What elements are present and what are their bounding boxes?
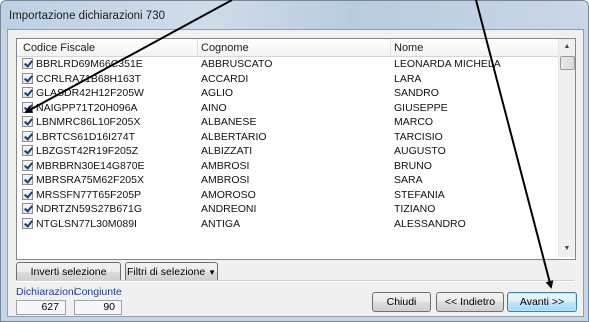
nome-cell: SARA	[394, 174, 423, 186]
codice-fiscale-cell: NAIGPP71T20H096A	[36, 101, 138, 114]
scroll-up-icon[interactable]: ▲	[559, 39, 575, 55]
dichiarazioni-count: 627	[16, 300, 66, 315]
nome-cell: LARA	[394, 72, 422, 85]
column-header-nome[interactable]: Nome	[394, 42, 423, 54]
row-checkbox[interactable]	[22, 188, 33, 200]
import-dialog: Importazione dichiarazioni 730 Codice Fi…	[0, 0, 589, 322]
list-rows: BBRLRD69M66C351E ABBRUSCATO LEONARDA MICHE…	[17, 57, 558, 231]
dialog-body: Codice Fiscale Cognome Nome BBRLRD69M66C…	[7, 29, 584, 317]
cognome-cell: AGLIO	[201, 87, 234, 99]
row-checkbox[interactable]	[22, 174, 33, 185]
next-button[interactable]: Avanti >>	[507, 292, 577, 312]
cognome-cell: ABBRUSCATO	[201, 58, 273, 70]
table-row[interactable]: NAIGPP71T20H096A AINO GIUSEPPE	[17, 101, 558, 116]
nome-cell: TIZIANO	[394, 203, 436, 215]
row-checkbox[interactable]	[22, 58, 33, 69]
scroll-thumb[interactable]	[560, 56, 575, 70]
title-bar[interactable]: Importazione dichiarazioni 730	[1, 1, 588, 29]
nome-cell: TARCISIO	[394, 130, 443, 143]
nome-cell: ALESSANDRO	[394, 217, 466, 230]
table-row[interactable]: NTGLSN77L30M089I ANTIGA ALESSANDRO	[17, 217, 558, 232]
invert-selection-button[interactable]: Inverti selezione	[16, 262, 121, 282]
table-row[interactable]: LBZGST42R19F205Z ALBIZZATI AUGUSTO	[17, 144, 558, 159]
table-row[interactable]: MRSSFN77T65F205P AMOROSO STEFANIA	[17, 188, 558, 203]
selection-filters-label: Filtri di selezione	[126, 266, 206, 278]
congiunte-count: 90	[74, 300, 122, 315]
row-checkbox[interactable]	[22, 159, 33, 171]
cognome-cell: ALBANESE	[201, 116, 257, 128]
cognome-cell: AMBROSI	[201, 174, 250, 186]
codice-fiscale-cell: LBZGST42R19F205Z	[36, 145, 139, 157]
scroll-down-icon[interactable]: ▼	[559, 241, 575, 257]
window-title: Importazione dichiarazioni 730	[9, 10, 165, 22]
nome-cell: AUGUSTO	[394, 145, 446, 157]
column-header-codice-fiscale[interactable]: Codice Fiscale	[23, 42, 95, 54]
cognome-cell: AMBROSI	[201, 159, 250, 172]
nome-cell: SANDRO	[394, 87, 439, 99]
cognome-cell: ACCARDI	[201, 72, 249, 85]
table-row[interactable]: CCRLRA71B68H163T ACCARDI LARA	[17, 72, 558, 87]
table-row[interactable]: MBRBRN30E14G870E AMBROSI BRUNO	[17, 159, 558, 174]
codice-fiscale-cell: MRSSFN77T65F205P	[36, 188, 142, 201]
table-row[interactable]: GLASDR42H12F205W AGLIO SANDRO	[17, 86, 558, 101]
separator-line	[16, 280, 574, 282]
table-row[interactable]: MBRSRA75M62F205X AMBROSI SARA	[17, 173, 558, 188]
cognome-cell: AMOROSO	[201, 188, 256, 201]
row-checkbox[interactable]	[22, 72, 33, 84]
back-button[interactable]: << Indietro	[436, 292, 504, 312]
vertical-scrollbar[interactable]: ▲ ▼	[558, 39, 575, 257]
cognome-cell: ANTIGA	[201, 217, 241, 230]
nome-cell: STEFANIA	[394, 188, 445, 201]
codice-fiscale-cell: GLASDR42H12F205W	[36, 87, 144, 99]
dropdown-arrow-icon: ▼	[208, 268, 217, 277]
congiunte-label: Congiunte	[74, 286, 122, 298]
declarations-list[interactable]: Codice Fiscale Cognome Nome BBRLRD69M66C…	[16, 38, 576, 260]
close-button[interactable]: Chiudi	[372, 292, 431, 312]
codice-fiscale-cell: NTGLSN77L30M089I	[36, 217, 137, 230]
row-checkbox[interactable]	[22, 145, 33, 156]
nome-cell: BRUNO	[394, 159, 432, 172]
list-header: Codice Fiscale Cognome Nome	[17, 39, 558, 57]
table-row[interactable]: NDRTZN59S27B671G ANDREONI TIZIANO	[17, 202, 558, 217]
nome-cell: LEONARDA MICHELA	[394, 58, 501, 70]
codice-fiscale-cell: MBRBRN30E14G870E	[36, 159, 145, 172]
cognome-cell: ALBIZZATI	[201, 145, 253, 157]
column-header-cognome[interactable]: Cognome	[201, 42, 249, 54]
selection-filters-button[interactable]: Filtri di selezione ▼	[125, 262, 218, 282]
table-row[interactable]: BBRLRD69M66C351E ABBRUSCATO LEONARDA MICHE…	[17, 57, 558, 72]
row-checkbox[interactable]	[22, 130, 33, 142]
table-row[interactable]: LBRTCS61D16I274T ALBERTARIO TARCISIO	[17, 130, 558, 145]
column-separator[interactable]	[197, 39, 198, 56]
codice-fiscale-cell: LBNMRC86L10F205X	[36, 116, 141, 128]
column-separator[interactable]	[390, 39, 391, 56]
row-checkbox[interactable]	[22, 217, 33, 229]
cognome-cell: AINO	[201, 101, 227, 114]
row-checkbox[interactable]	[22, 101, 33, 113]
nome-cell: MARCO	[394, 116, 434, 128]
row-checkbox[interactable]	[22, 87, 33, 98]
nome-cell: GIUSEPPE	[394, 101, 448, 114]
dichiarazioni-label: Dichiarazioni	[16, 286, 77, 298]
codice-fiscale-cell: LBRTCS61D16I274T	[36, 130, 136, 143]
row-checkbox[interactable]	[22, 116, 33, 127]
codice-fiscale-cell: BBRLRD69M66C351E	[36, 58, 143, 70]
codice-fiscale-cell: NDRTZN59S27B671G	[36, 203, 143, 215]
codice-fiscale-cell: CCRLRA71B68H163T	[36, 72, 142, 85]
table-row[interactable]: LBNMRC86L10F205X ALBANESE MARCO	[17, 115, 558, 130]
codice-fiscale-cell: MBRSRA75M62F205X	[36, 174, 144, 186]
cognome-cell: ANDREONI	[201, 203, 257, 215]
cognome-cell: ALBERTARIO	[201, 130, 267, 143]
row-checkbox[interactable]	[22, 203, 33, 214]
